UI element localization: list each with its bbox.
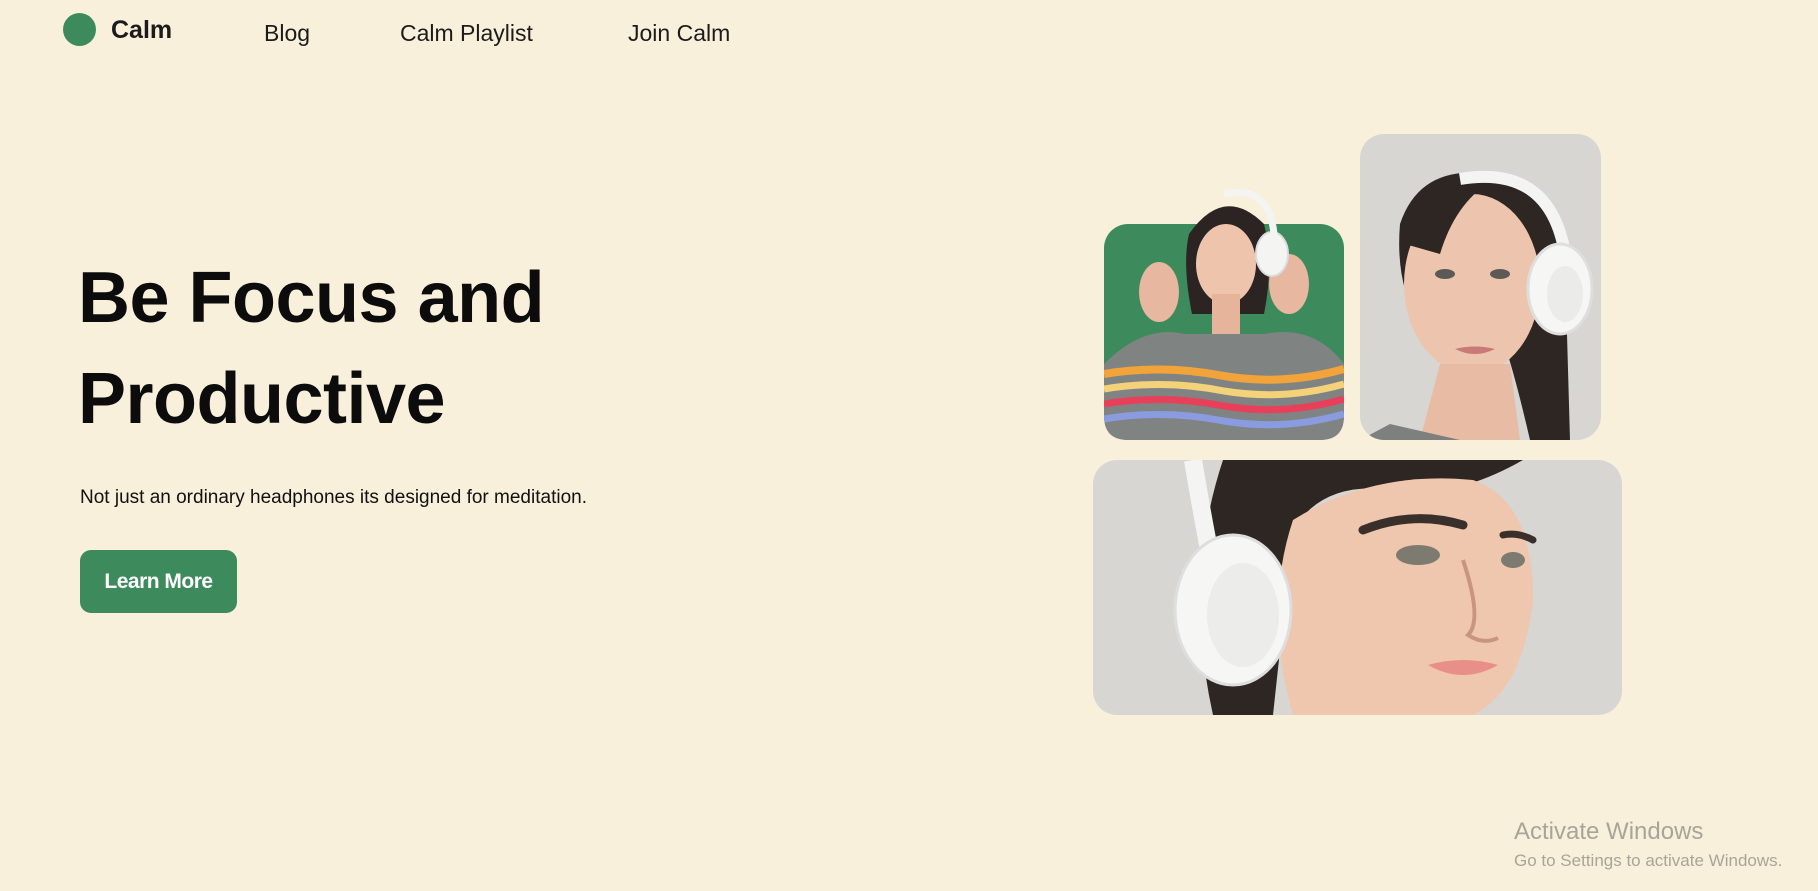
gallery-image-portrait — [1360, 134, 1601, 440]
learn-more-button[interactable]: Learn More — [80, 550, 237, 613]
nav-link-join-calm[interactable]: Join Calm — [628, 18, 730, 48]
hero-subtitle: Not just an ordinary headphones its desi… — [80, 487, 587, 508]
hero-title: Be Focus and Productive — [78, 258, 545, 439]
gallery-image-closeup — [1093, 460, 1622, 715]
nav-link-calm-playlist[interactable]: Calm Playlist — [400, 18, 533, 48]
activate-windows-subtitle: Go to Settings to activate Windows. — [1514, 851, 1783, 870]
gallery-image-green — [1104, 188, 1344, 440]
logo-text[interactable]: Calm — [111, 15, 172, 45]
nav-link-blog[interactable]: Blog — [264, 18, 310, 48]
activate-windows-title: Activate Windows — [1514, 818, 1704, 845]
logo-icon[interactable] — [63, 13, 96, 46]
